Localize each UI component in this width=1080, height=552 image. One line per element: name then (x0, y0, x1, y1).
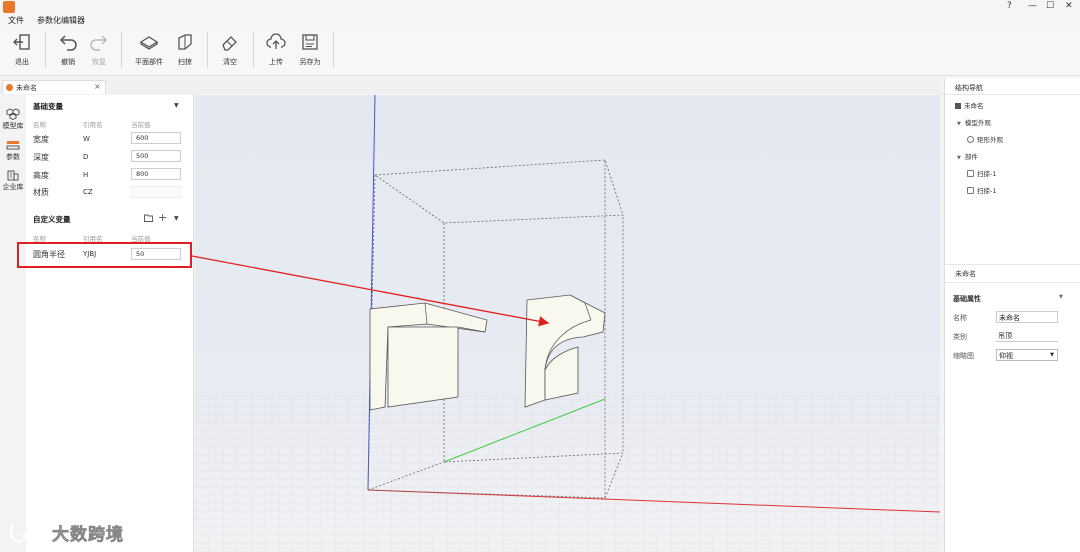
cloud-upload-icon (266, 33, 286, 49)
exit-button[interactable]: 退出 (5, 30, 39, 70)
sweep-button[interactable]: 扫掠 (168, 30, 202, 70)
expand-caret-icon[interactable]: ▼ (957, 155, 961, 161)
collapse-caret-icon[interactable]: ▼ (174, 102, 179, 109)
collapse-caret-icon[interactable]: ▼ (1059, 294, 1063, 300)
cube-icon (967, 187, 974, 194)
cube-icon (967, 170, 974, 177)
depth-input[interactable]: 500 (131, 150, 181, 162)
building-icon (7, 170, 19, 181)
help-icon[interactable]: ? (1007, 1, 1012, 11)
document-tab-strip: 未命名 × (0, 80, 940, 94)
rail-model-library[interactable]: 模型库 (0, 108, 26, 131)
save-icon (302, 34, 318, 50)
width-input[interactable]: 600 (131, 132, 181, 144)
material-input[interactable] (131, 186, 181, 198)
watermark-text: 大数跨境 (52, 525, 124, 546)
structure-nav-title: 结构导航 (955, 84, 983, 92)
params-panel: 基础变量 ▼ 名称 引用名 当前值 宽度 W 600 深度 D 500 高度 H… (26, 95, 194, 552)
divider (945, 94, 1080, 95)
tree-group-parts[interactable]: ▼ 部件 (957, 151, 978, 161)
left-rail: 模型库 参数 企业库 (0, 95, 26, 552)
toolbar: 退出 撤销 恢复 平面部件 扫掠 清空 上传 另存为 (0, 26, 1080, 76)
clear-button[interactable]: 清空 (213, 30, 247, 70)
dropdown-caret-icon: ▼ (1050, 352, 1054, 358)
name-field[interactable]: 未命名 (996, 311, 1058, 323)
toolbar-divider (207, 32, 208, 68)
tree-item-sweep[interactable]: 扫掠-1 (967, 185, 996, 195)
toolbar-divider (45, 32, 46, 68)
tree-item-rect-appearance[interactable]: 矩形外观 (967, 134, 1003, 144)
eraser-icon (222, 36, 237, 51)
tree-item-sweep[interactable]: 扫掠-1 (967, 168, 996, 178)
app-logo (3, 1, 15, 13)
divider (945, 264, 1080, 265)
var-ref: D (83, 153, 89, 161)
custom-vars-title: 自定义变量 (33, 215, 71, 224)
undo-icon (59, 35, 77, 51)
add-variable-icon[interactable]: + (158, 211, 167, 224)
basic-props-title: 基础属性 (953, 295, 981, 303)
layers-icon (955, 103, 961, 109)
hexagon-icon (967, 136, 974, 143)
document-icon (6, 84, 13, 91)
planar-part-button[interactable]: 平面部件 (132, 30, 166, 70)
annotation-highlight-box (17, 242, 192, 268)
height-input[interactable]: 800 (131, 168, 181, 180)
sweep-part-right (524, 294, 606, 408)
watermark-logo (10, 521, 47, 543)
expand-caret-icon[interactable]: ▼ (957, 121, 961, 127)
floor-grid (195, 395, 940, 552)
var-name: 材质 (33, 188, 49, 197)
var-name: 深度 (33, 153, 49, 162)
var-ref: CZ (83, 188, 93, 196)
tree-group-appearance[interactable]: ▼ 模型外观 (957, 117, 991, 127)
maximize-icon[interactable]: ☐ (1046, 1, 1054, 11)
toolbar-divider (253, 32, 254, 68)
var-name: 高度 (33, 171, 49, 180)
exit-icon (13, 34, 30, 50)
title-bar: ? — ☐ ✕ (0, 0, 1080, 14)
redo-icon (90, 35, 108, 51)
params-icon (6, 141, 20, 150)
save-as-button[interactable]: 另存为 (293, 30, 327, 70)
category-field: 吊顶 (996, 330, 1058, 342)
sweep-part-left (369, 302, 488, 411)
cubes-icon (6, 108, 20, 120)
menu-file[interactable]: 文件 (8, 15, 24, 26)
var-name: 宽度 (33, 135, 49, 144)
toolbar-divider (333, 32, 334, 68)
collapse-caret-icon[interactable]: ▼ (174, 215, 179, 222)
close-tab-icon[interactable]: × (94, 82, 101, 91)
thumbnail-view-select[interactable]: 仰视 ▼ (996, 349, 1058, 361)
basic-vars-title: 基础变量 (33, 102, 63, 111)
planar-part-icon (139, 36, 159, 50)
scene-canvas[interactable] (195, 95, 940, 552)
props-panel-title: 未命名 (955, 270, 976, 278)
folder-icon[interactable] (144, 214, 153, 222)
divider (945, 282, 1080, 283)
tree-root[interactable]: 未命名 (955, 100, 984, 110)
redo-button[interactable]: 恢复 (82, 30, 116, 70)
right-panel: 结构导航 未命名 ▼ 模型外观 矩形外观 ▼ 部件 扫掠-1 扫掠-1 未命名 基础… (944, 78, 1080, 552)
upload-button[interactable]: 上传 (259, 30, 293, 70)
minimize-icon[interactable]: — (1028, 1, 1037, 11)
undo-button[interactable]: 撤销 (51, 30, 85, 70)
menu-bar: 文件 参数化编辑器 (0, 14, 1080, 27)
sweep-icon (178, 34, 192, 50)
toolbar-divider (121, 32, 122, 68)
close-icon[interactable]: ✕ (1065, 1, 1073, 11)
document-tab[interactable]: 未命名 × (2, 80, 106, 94)
rail-enterprise-library[interactable]: 企业库 (0, 169, 26, 192)
3d-viewport[interactable] (195, 95, 940, 552)
var-ref: W (83, 135, 90, 143)
var-ref: H (83, 171, 89, 179)
rail-params[interactable]: 参数 (0, 139, 26, 162)
